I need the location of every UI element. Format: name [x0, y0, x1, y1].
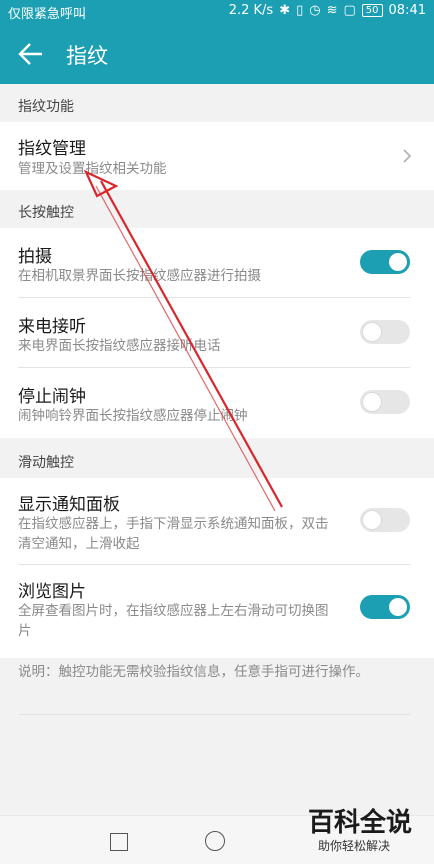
section-header-label: 滑动触控	[18, 455, 74, 471]
bluetooth-icon: ✱	[279, 3, 291, 18]
section-header-fingerprint: 指纹功能	[0, 84, 434, 122]
toggle-knob	[363, 393, 381, 411]
note-text: 说明：触控功能无需校验指纹信息，任意手指可进行操作。	[18, 664, 369, 680]
alarm-icon: ◷	[309, 3, 321, 18]
item-description: 在指纹感应器上，手指下滑显示系统通知面板，双击清空通知，上滑收起	[18, 516, 329, 552]
item-title: 来电接听	[18, 317, 86, 337]
section-header-label: 长按触控	[18, 205, 74, 221]
item-description: 来电界面长按指纹感应器接听电话	[18, 338, 221, 354]
app-bar: 指纹	[0, 22, 434, 84]
network-status-text: 仅限紧急呼叫	[8, 7, 87, 22]
note-divider	[18, 714, 410, 715]
arrow-left-icon	[18, 43, 42, 65]
item-description: 在相机取景界面长按指纹感应器进行拍摄	[18, 268, 261, 284]
shoot-item[interactable]: 拍摄 在相机取景界面长按指纹感应器进行拍摄	[0, 228, 434, 298]
toggle-knob	[363, 511, 381, 529]
no-sim-icon: ▢	[343, 3, 356, 18]
notification-panel-toggle[interactable]	[360, 508, 410, 532]
notification-panel-item[interactable]: 显示通知面板 在指纹感应器上，手指下滑显示系统通知面板，双击清空通知，上滑收起	[0, 478, 434, 564]
back-button[interactable]	[14, 37, 48, 71]
battery-icon: 50	[361, 4, 383, 17]
item-description: 管理及设置指纹相关功能	[18, 161, 167, 177]
answer-call-item[interactable]: 来电接听 来电界面长按指纹感应器接听电话	[0, 298, 434, 368]
watermark-subtitle: 助你轻松解决	[318, 839, 391, 853]
item-title: 显示通知面板	[18, 495, 120, 515]
stop-alarm-toggle[interactable]	[360, 390, 410, 414]
recents-button[interactable]	[110, 833, 128, 851]
item-title: 停止闹钟	[18, 387, 86, 407]
item-description: 闹钟响铃界面长按指纹感应器停止闹钟	[18, 408, 248, 424]
clock-text: 08:41	[388, 3, 426, 18]
page-title: 指纹	[66, 44, 108, 68]
swipe-group: 显示通知面板 在指纹感应器上，手指下滑显示系统通知面板，双击清空通知，上滑收起 …	[0, 478, 434, 658]
fingerprint-management-item[interactable]: 指纹管理 管理及设置指纹相关功能	[0, 122, 434, 190]
section-header-label: 指纹功能	[18, 99, 74, 115]
shoot-toggle[interactable]	[360, 250, 410, 274]
item-description: 全屏查看图片时，在指纹感应器上左右滑动可切换图片	[18, 603, 329, 639]
answer-call-toggle[interactable]	[360, 320, 410, 344]
stop-alarm-item[interactable]: 停止闹钟 闹钟响铃界面长按指纹感应器停止闹钟	[0, 368, 434, 438]
toggle-knob	[363, 323, 381, 341]
toggle-knob	[389, 598, 407, 616]
chevron-right-icon	[403, 149, 412, 163]
vibrate-icon: ▯	[296, 3, 304, 18]
browse-pictures-item[interactable]: 浏览图片 全屏查看图片时，在指纹感应器上左右滑动可切换图片	[0, 565, 434, 651]
watermark-title: 百科全说	[308, 808, 413, 838]
item-title: 指纹管理	[18, 139, 86, 159]
wifi-icon: ≋	[326, 3, 338, 18]
item-title: 拍摄	[18, 247, 52, 267]
section-header-long-press: 长按触控	[0, 190, 434, 228]
section-header-swipe: 滑动触控	[0, 440, 434, 478]
home-button[interactable]	[205, 831, 225, 851]
toggle-knob	[389, 253, 407, 271]
status-bar: 仅限紧急呼叫 2.2 K/s ✱ ▯ ◷ ≋ ▢ 50 08:41	[0, 0, 434, 22]
status-right-group: 2.2 K/s ✱ ▯ ◷ ≋ ▢ 50 08:41	[229, 3, 426, 18]
item-title: 浏览图片	[18, 582, 86, 602]
net-speed-text: 2.2 K/s	[228, 3, 274, 18]
long-press-group: 拍摄 在相机取景界面长按指纹感应器进行拍摄 来电接听 来电界面长按指纹感应器接听…	[0, 228, 434, 438]
browse-pictures-toggle[interactable]	[360, 595, 410, 619]
